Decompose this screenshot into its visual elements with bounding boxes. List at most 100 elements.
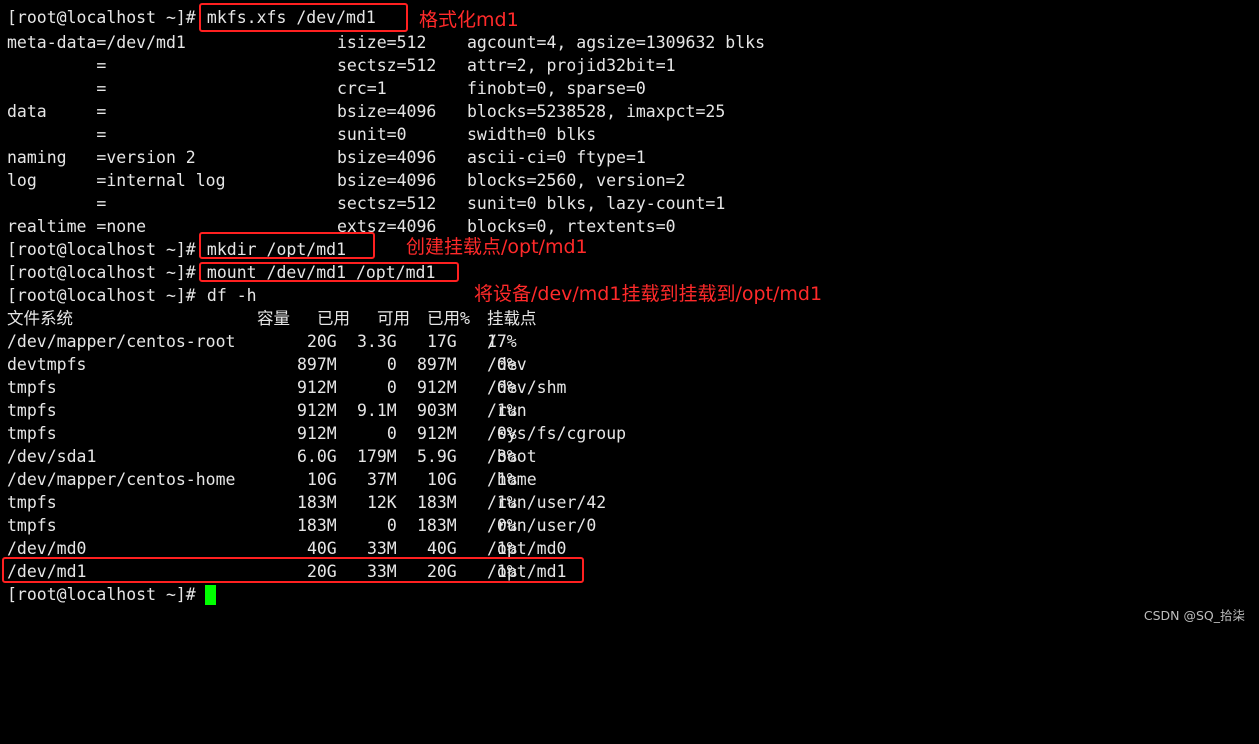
output-col-1: bsize=4096 bbox=[337, 171, 437, 190]
terminal-line: realtime =none extsz=4096 blocks=0, rtex… bbox=[7, 215, 676, 238]
df-avail: 5.9G bbox=[417, 447, 457, 466]
df-header-used: 已用 bbox=[317, 309, 350, 328]
df-row: devtmpfs 897M 0 897M 0% /dev bbox=[7, 353, 527, 376]
df-filesystem: tmpfs bbox=[7, 516, 57, 535]
terminal-line: = sectsz=512 attr=2, projid32bit=1 bbox=[7, 54, 675, 77]
df-mount: /sys/fs/cgroup bbox=[487, 424, 627, 443]
df-size: 912M bbox=[297, 424, 337, 443]
df-avail: 903M bbox=[417, 401, 457, 420]
highlight-box-mount bbox=[199, 262, 459, 282]
df-used: 0 bbox=[386, 424, 397, 443]
df-filesystem: /dev/sda1 bbox=[7, 447, 97, 466]
output-col-2: blocks=2560, version=2 bbox=[467, 171, 686, 190]
df-size: 912M bbox=[297, 378, 337, 397]
df-row: /dev/mapper/centos-root 20G 3.3G 17G 17%… bbox=[7, 330, 517, 353]
terminal-line: [root@localhost ~]# mkdir /opt/md1 bbox=[7, 238, 346, 261]
df-size: 897M bbox=[297, 355, 337, 374]
df-row: tmpfs 912M 0 912M 0% /sys/fs/cgroup bbox=[7, 422, 626, 445]
shell-prompt: [root@localhost ~]# bbox=[7, 263, 196, 282]
df-filesystem: /dev/mapper/centos-root bbox=[7, 332, 236, 351]
annotation-mount: 将设备/dev/md1挂载到挂载到/opt/md1 bbox=[474, 283, 823, 305]
df-header-row: 文件系统 容量 已用 可用 已用% 挂载点 bbox=[7, 307, 537, 330]
highlight-box-mkdir bbox=[199, 232, 375, 259]
output-col-2: swidth=0 blks bbox=[467, 125, 597, 144]
df-avail: 10G bbox=[426, 470, 457, 489]
output-col-1: bsize=4096 bbox=[337, 148, 437, 167]
output-col-0: data = bbox=[7, 102, 107, 121]
terminal-line: = sectsz=512 sunit=0 blks, lazy-count=1 bbox=[7, 192, 725, 215]
df-size: 10G bbox=[306, 470, 337, 489]
df-mount: /run bbox=[487, 401, 527, 420]
df-header-avail: 可用 bbox=[377, 309, 410, 328]
df-row: /dev/sda1 6.0G 179M 5.9G 3% /boot bbox=[7, 445, 537, 468]
df-mount: /dev/shm bbox=[487, 378, 567, 397]
df-filesystem: tmpfs bbox=[7, 378, 57, 397]
output-col-0: naming =version 2 bbox=[7, 148, 196, 167]
df-avail: 897M bbox=[417, 355, 457, 374]
terminal-line: [root@localhost ~]# bbox=[7, 583, 196, 606]
df-filesystem: /dev/mapper/centos-home bbox=[7, 470, 236, 489]
df-size: 20G bbox=[306, 332, 337, 351]
annotation-mkdir: 创建挂载点/opt/md1 bbox=[406, 236, 588, 258]
terminal-line: naming =version 2 bsize=4096 ascii-ci=0 … bbox=[7, 146, 646, 169]
output-col-0: = bbox=[7, 79, 107, 98]
output-col-0: log =internal log bbox=[7, 171, 226, 190]
output-col-2: sunit=0 blks, lazy-count=1 bbox=[467, 194, 726, 213]
output-col-2: blocks=0, rtextents=0 bbox=[467, 217, 676, 236]
df-mount: /dev bbox=[487, 355, 527, 374]
df-mount: /boot bbox=[487, 447, 537, 466]
output-col-0: realtime =none bbox=[7, 217, 147, 236]
output-col-1: isize=512 bbox=[337, 33, 427, 52]
output-col-2: finobt=0, sparse=0 bbox=[467, 79, 646, 98]
df-avail: 17G bbox=[426, 332, 457, 351]
df-filesystem: devtmpfs bbox=[7, 355, 87, 374]
df-used: 3.3G bbox=[357, 332, 397, 351]
df-avail: 912M bbox=[417, 424, 457, 443]
df-header-mount: 挂载点 bbox=[487, 309, 537, 328]
df-size: 183M bbox=[297, 493, 337, 512]
df-row: tmpfs 183M 12K 183M 1% /run/user/42 bbox=[7, 491, 606, 514]
df-filesystem: tmpfs bbox=[7, 493, 57, 512]
terminal-line: [root@localhost ~]# mkfs.xfs /dev/md1 bbox=[7, 6, 376, 29]
df-used: 179M bbox=[357, 447, 397, 466]
terminal-window[interactable]: [root@localhost ~]# mkfs.xfs /dev/md1 me… bbox=[0, 0, 1259, 634]
output-col-1: sectsz=512 bbox=[337, 194, 437, 213]
df-used: 9.1M bbox=[357, 401, 397, 420]
terminal-line: = sunit=0 swidth=0 blks bbox=[7, 123, 596, 146]
df-avail: 183M bbox=[417, 516, 457, 535]
terminal-line: data = bsize=4096 blocks=5238528, imaxpc… bbox=[7, 100, 725, 123]
df-used: 0 bbox=[386, 355, 397, 374]
output-col-2: attr=2, projid32bit=1 bbox=[467, 56, 676, 75]
df-avail: 183M bbox=[417, 493, 457, 512]
df-mount: /run/user/0 bbox=[487, 516, 597, 535]
shell-prompt: [root@localhost ~]# bbox=[7, 8, 196, 27]
terminal-line: [root@localhost ~]# mount /dev/md1 /opt/… bbox=[7, 261, 435, 284]
df-header-filesystem: 文件系统 bbox=[7, 309, 73, 328]
df-used: 12K bbox=[366, 493, 397, 512]
highlight-box-md1-row bbox=[2, 557, 584, 583]
df-used: 37M bbox=[366, 470, 397, 489]
watermark: CSDN @SQ_拾柒 bbox=[1143, 608, 1245, 623]
shell-prompt: [root@localhost ~]# bbox=[7, 286, 196, 305]
terminal-line: meta-data=/dev/md1 isize=512 agcount=4, … bbox=[7, 31, 765, 54]
shell-prompt: [root@localhost ~]# bbox=[7, 585, 196, 604]
output-col-2: agcount=4, agsize=1309632 blks bbox=[467, 33, 766, 52]
terminal-line: [root@localhost ~]# df -h bbox=[7, 284, 257, 307]
output-col-0: meta-data=/dev/md1 bbox=[7, 33, 186, 52]
df-filesystem: tmpfs bbox=[7, 424, 57, 443]
df-used: 0 bbox=[386, 378, 397, 397]
df-row: tmpfs 183M 0 183M 0% /run/user/0 bbox=[7, 514, 596, 537]
output-col-1: sunit=0 bbox=[337, 125, 407, 144]
output-col-1: sectsz=512 bbox=[337, 56, 437, 75]
df-row: /dev/mapper/centos-home 10G 37M 10G 1% /… bbox=[7, 468, 537, 491]
output-col-1: crc=1 bbox=[337, 79, 387, 98]
output-col-2: ascii-ci=0 ftype=1 bbox=[467, 148, 646, 167]
output-col-1: bsize=4096 bbox=[337, 102, 437, 121]
annotation-format: 格式化md1 bbox=[419, 9, 519, 31]
df-row: tmpfs 912M 9.1M 903M 1% /run bbox=[7, 399, 527, 422]
df-mount: /run/user/42 bbox=[487, 493, 607, 512]
df-header-size: 容量 bbox=[257, 309, 290, 328]
terminal-cursor bbox=[205, 585, 216, 605]
output-col-0: = bbox=[7, 194, 107, 213]
df-filesystem: tmpfs bbox=[7, 401, 57, 420]
